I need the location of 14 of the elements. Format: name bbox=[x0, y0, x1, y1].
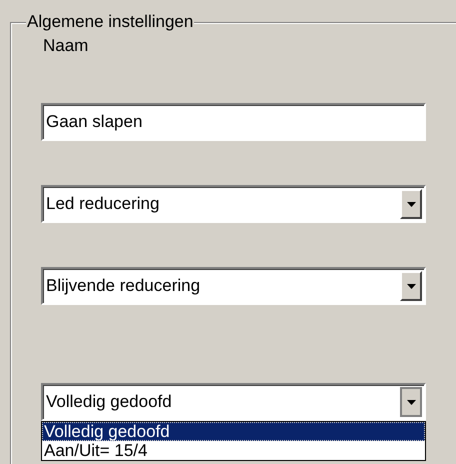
dropdown-value: Blijvende reducering bbox=[45, 275, 202, 298]
name-input-field[interactable]: Gaan slapen bbox=[41, 103, 426, 141]
caret-icon bbox=[406, 284, 416, 288]
dropdown-option[interactable]: Aan/Uit= 15/4 bbox=[42, 441, 425, 460]
name-label: Naam bbox=[42, 35, 90, 57]
dropdown[interactable]: Blijvende reducering bbox=[41, 267, 426, 305]
dropdown-value: Volledig gedoofd bbox=[45, 391, 173, 414]
caret-icon bbox=[406, 400, 416, 404]
dropdown-option[interactable]: Volledig gedoofd bbox=[42, 422, 425, 441]
caret-icon bbox=[406, 202, 416, 206]
dropdown-value: Led reducering bbox=[45, 193, 160, 216]
dropdown-arrow-button[interactable] bbox=[400, 387, 422, 417]
dropdown[interactable]: Led reducering bbox=[41, 185, 426, 223]
dropdown[interactable]: Volledig gedoofd bbox=[41, 383, 426, 421]
